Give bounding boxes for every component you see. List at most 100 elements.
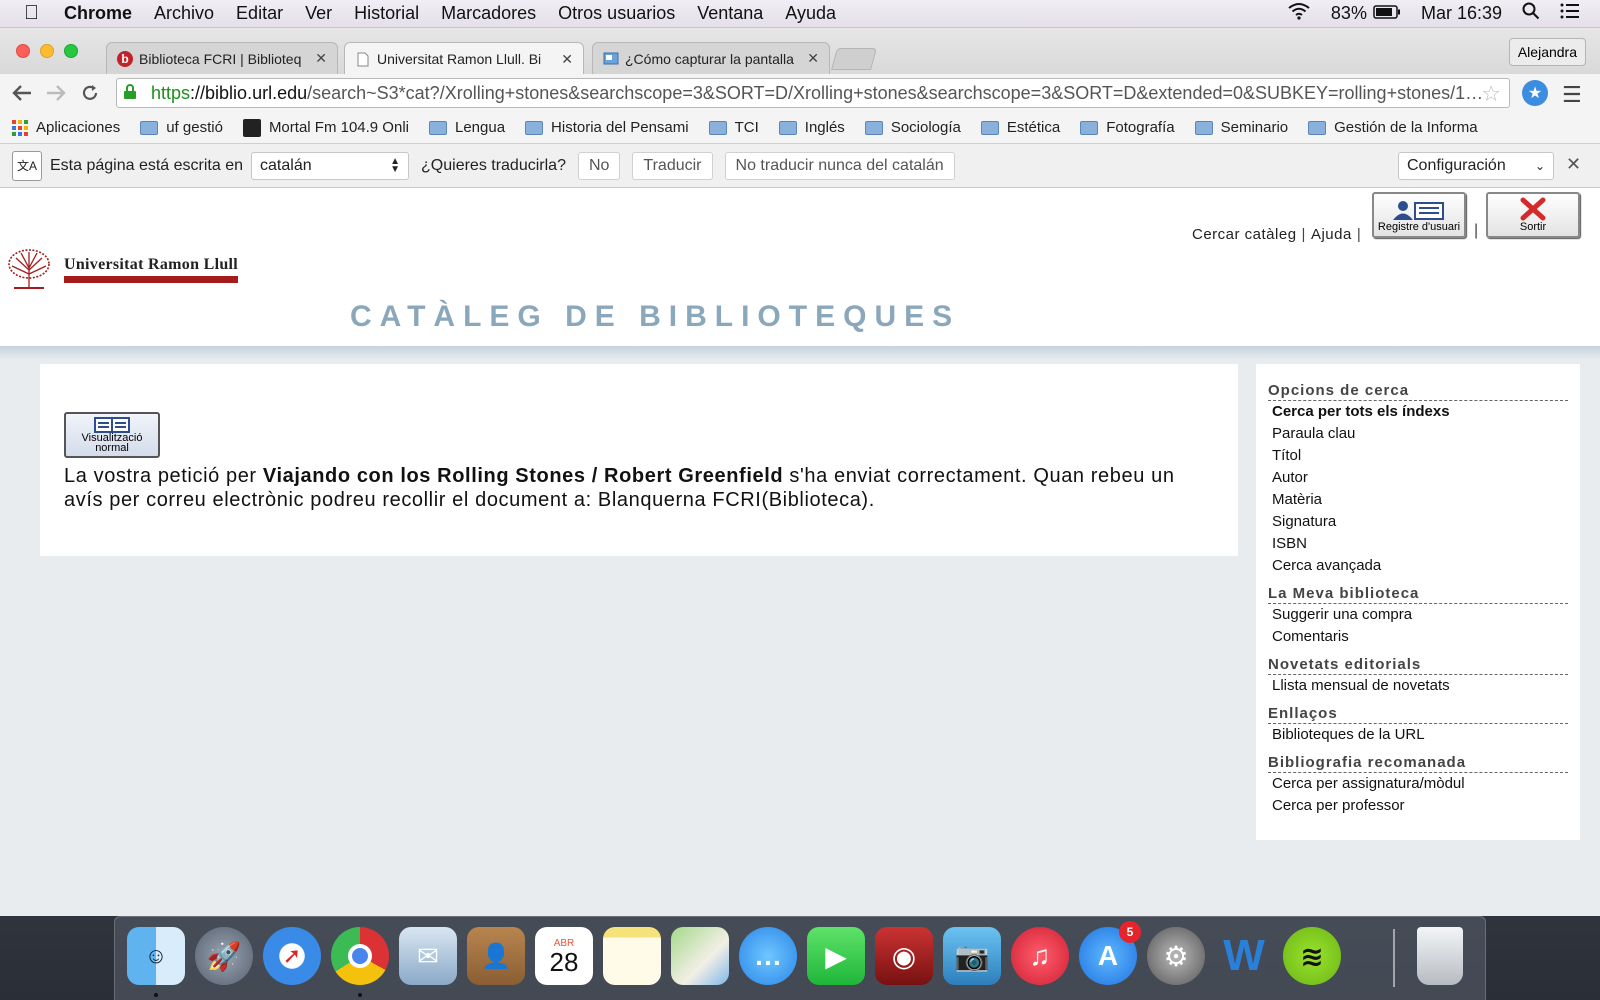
tab-como-capturar[interactable]: ¿Cómo capturar la pantalla ✕ [592,42,830,74]
translate-button[interactable]: Traducir [632,151,713,180]
menu-archivo[interactable]: Archivo [154,3,214,24]
reload-icon[interactable] [78,81,102,105]
clock[interactable]: Mar 16:39 [1421,3,1502,24]
apple-icon[interactable]:  [24,2,50,25]
folder-icon [1080,120,1099,135]
photobooth-icon[interactable]: ◉ [875,927,933,985]
safari-icon[interactable]: ➚ [263,927,321,985]
sidebar-item-url-libraries[interactable]: Biblioteques de la URL [1268,724,1568,746]
language-select-value: catalán [260,156,312,174]
list-view-icon [94,417,130,433]
bookmark-label: Lengua [454,119,506,136]
bookmark-folder-uf-gestio[interactable]: uf gestió [140,119,223,136]
exit-button[interactable]: Sortir [1486,192,1580,238]
menu-editar[interactable]: Editar [236,3,283,24]
bookmark-star-icon[interactable]: ☆ [1481,81,1501,107]
menu-ventana[interactable]: Ventana [697,3,763,24]
bookmark-folder-sociologia[interactable]: Sociología [864,119,961,136]
bookmark-folder-ingles[interactable]: Inglés [778,119,845,136]
lock-icon[interactable] [123,83,145,103]
help-link[interactable]: Ajuda [1311,226,1352,243]
spotlight-search-icon[interactable] [1522,2,1540,25]
register-user-button[interactable]: Registre d'usuari [1372,192,1466,238]
chrome-menu-icon[interactable]: ☰ [1562,82,1582,108]
translate-settings-select[interactable]: Configuración ⌄ [1398,152,1554,180]
folder-icon [428,120,447,135]
maps-icon[interactable] [671,927,729,985]
notes-icon[interactable] [603,927,661,985]
menu-otros-usuarios[interactable]: Otros usuarios [558,3,675,24]
profile-button[interactable]: Alejandra [1508,38,1586,66]
word-icon[interactable]: W [1215,927,1273,985]
sidebar-item-author[interactable]: Autor [1268,467,1568,489]
finder-icon[interactable]: ☺ [127,927,185,997]
bookmark-folder-seminario[interactable]: Seminario [1194,119,1288,136]
wifi-icon[interactable] [1287,2,1311,25]
menu-historial[interactable]: Historial [354,3,419,24]
close-tab-icon[interactable]: ✕ [315,50,327,67]
sidebar-item-title[interactable]: Títol [1268,445,1568,467]
browser-toolbar: https://biblio.url.edu/search~S3*cat?/Xr… [0,74,1600,112]
address-bar[interactable]: https://biblio.url.edu/search~S3*cat?/Xr… [116,78,1510,108]
extension-icon[interactable]: ★ [1522,80,1548,106]
system-preferences-icon[interactable]: ⚙ [1147,927,1205,985]
itunes-icon[interactable]: ♫ [1011,927,1069,985]
sidebar-item-isbn[interactable]: ISBN [1268,533,1568,555]
menu-app-name[interactable]: Chrome [64,3,132,24]
sidebar-item-subject[interactable]: Matèria [1268,489,1568,511]
no-button[interactable]: No [577,151,621,180]
sidebar-item-call-number[interactable]: Signatura [1268,511,1568,533]
register-label: Registre d'usuari [1377,221,1461,233]
battery-icon[interactable] [1373,3,1401,24]
tab-biblioteca-fcri[interactable]: b Biblioteca FCRI | Biblioteq ✕ [106,42,338,74]
folder-icon [980,120,999,135]
close-tab-icon[interactable]: ✕ [561,51,573,68]
launchpad-icon[interactable]: 🚀 [195,927,253,985]
back-arrow-icon[interactable] [10,81,34,105]
contacts-icon[interactable]: 👤 [467,927,525,985]
bookmark-mortal-fm[interactable]: Mortal Fm 104.9 Onli [242,118,409,137]
sidebar-item-comments[interactable]: Comentaris [1268,626,1568,648]
search-catalog-link[interactable]: Cercar catàleg [1192,226,1297,243]
menu-ver[interactable]: Ver [305,3,332,24]
notification-center-icon[interactable] [1560,3,1580,24]
header-links: Cercar catàleg | Ajuda | [1192,226,1362,243]
facetime-icon[interactable]: ▶ [807,927,865,985]
messages-icon[interactable]: … [739,927,797,985]
tab-universitat-ramon-llull[interactable]: Universitat Ramon Llull. Bi ✕ [344,42,584,75]
bookmark-folder-lengua[interactable]: Lengua [428,119,506,136]
bookmark-folder-historia[interactable]: Historia del Pensami [525,119,689,136]
menu-marcadores[interactable]: Marcadores [441,3,536,24]
new-tab-button[interactable] [831,48,877,70]
bookmark-folder-estetica[interactable]: Estética [980,119,1060,136]
normal-view-button[interactable]: Visualització normal [64,412,160,458]
sidebar-item-suggest-purchase[interactable]: Suggerir una compra [1268,604,1568,626]
spotify-icon[interactable]: ≋ [1283,927,1341,985]
chrome-icon[interactable] [331,927,389,997]
menu-ayuda[interactable]: Ayuda [785,3,836,24]
sidebar-item-all-indexes[interactable]: Cerca per tots els índexs [1268,401,1568,423]
bookmark-folder-fotografia[interactable]: Fotografía [1080,119,1175,136]
language-select[interactable]: catalán ▲ ▼ [251,151,410,180]
sidebar-item-keyword[interactable]: Paraula clau [1268,423,1568,445]
bookmark-folder-tci[interactable]: TCI [708,119,759,136]
sidebar-item-monthly-new[interactable]: Llista mensual de novetats [1268,675,1568,697]
university-name: Universitat Ramon Llull [64,256,239,283]
minimize-window-icon[interactable] [40,44,54,58]
never-translate-button[interactable]: No traducir nunca del catalán [724,151,955,180]
trash-icon[interactable] [1417,927,1463,985]
appstore-icon[interactable]: A5 [1079,921,1141,985]
iphoto-icon[interactable]: 📷 [943,927,1001,985]
zoom-window-icon[interactable] [64,44,78,58]
bookmark-folder-gestion[interactable]: Gestión de la Informa [1308,119,1478,136]
close-tab-icon[interactable]: ✕ [807,50,819,67]
mail-icon[interactable]: ✉ [399,927,457,985]
bookmark-apps[interactable]: Aplicaciones [0,119,120,136]
sidebar-item-advanced-search[interactable]: Cerca avançada [1268,555,1568,577]
forward-arrow-icon[interactable] [44,81,68,105]
sidebar-item-by-professor[interactable]: Cerca per professor [1268,795,1568,817]
close-window-icon[interactable] [16,44,30,58]
sidebar-item-by-course[interactable]: Cerca per assignatura/mòdul [1268,773,1568,795]
close-translate-bar-icon[interactable]: ✕ [1566,154,1581,175]
calendar-icon[interactable]: ABR 28 [535,927,593,985]
